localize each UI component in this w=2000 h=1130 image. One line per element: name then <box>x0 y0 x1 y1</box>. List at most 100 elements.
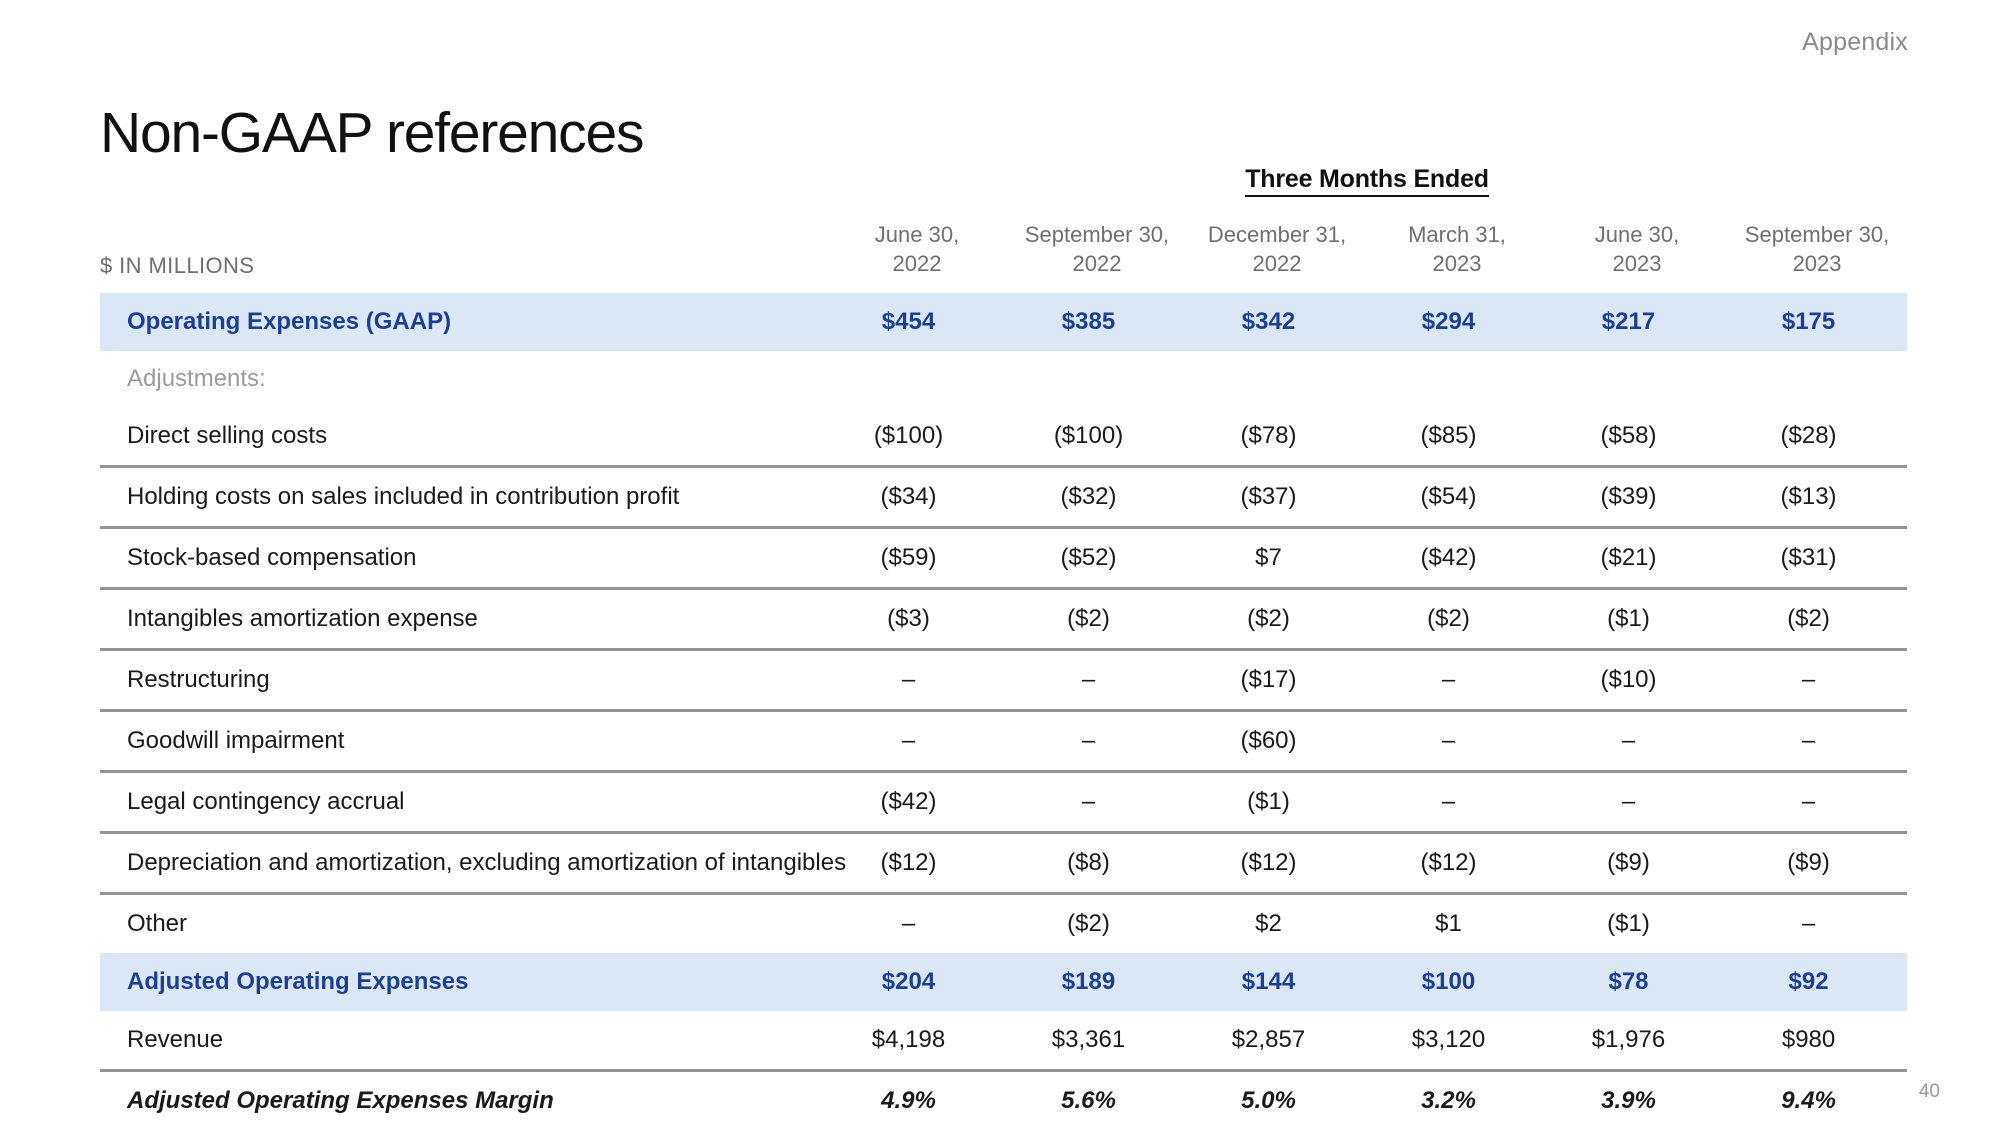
column-header-4: June 30, 2023 <box>1547 220 1727 293</box>
row-value: ($2) <box>1727 588 1908 651</box>
row-value: ($85) <box>1367 406 1547 468</box>
column-header-5: September 30, 2023 <box>1727 220 1907 293</box>
row-label: Adjusted Operating Expenses Margin <box>127 1086 554 1114</box>
row-value: – <box>1007 649 1187 712</box>
row-value: ($1) <box>1187 771 1367 834</box>
table-row: Holding costs on sales included in contr… <box>100 466 1908 529</box>
row-value: – <box>1367 649 1547 712</box>
column-header-3-year: 2023 <box>1432 251 1482 277</box>
row-value: ($21) <box>1547 527 1727 590</box>
non-gaap-reconciliation-table: Three Months Ended $ IN MILLIONS June 30… <box>100 165 1908 1130</box>
table-row: Intangibles amortization expense ($3) ($… <box>100 588 1908 651</box>
row-value: – <box>1727 710 1908 773</box>
row-value: – <box>1547 710 1727 773</box>
row-value: $144 <box>1187 952 1367 1011</box>
row-value: – <box>1727 771 1908 834</box>
row-label: Operating Expenses (GAAP) <box>100 292 827 351</box>
row-value: ($9) <box>1727 832 1908 895</box>
row-label: Stock-based compensation <box>100 527 827 590</box>
row-value: ($12) <box>1187 832 1367 895</box>
row-label: Depreciation and amortization, excluding… <box>100 832 846 895</box>
column-header-2-month: December 31, <box>1207 222 1347 247</box>
row-value: ($31) <box>1727 527 1908 590</box>
adjustments-spacer <box>1727 351 1907 407</box>
row-value: ($42) <box>827 771 1007 834</box>
span-header-spacer <box>100 165 827 220</box>
row-value: ($12) <box>1367 832 1547 895</box>
table-row: Adjusted Operating Expenses Margin 4.9% … <box>100 1070 1907 1130</box>
column-header-0: June 30, 2022 <box>827 220 1007 293</box>
row-value: $2,857 <box>1187 1010 1367 1072</box>
row-value: ($78) <box>1187 406 1367 468</box>
row-value: ($8) <box>1007 832 1187 895</box>
row-label: Direct selling costs <box>100 406 827 468</box>
column-header-2-year: 2022 <box>1252 251 1302 277</box>
row-value: ($2) <box>1007 588 1187 651</box>
row-value: – <box>1367 771 1547 834</box>
row-value: ($17) <box>1187 649 1367 712</box>
appendix-label: Appendix <box>1802 28 1908 56</box>
table-column-header-row: $ IN MILLIONS June 30, 2022 September 30… <box>100 220 1907 293</box>
row-label: Restructuring <box>100 649 827 712</box>
column-header-3: March 31, 2023 <box>1367 220 1547 293</box>
table-row: Depreciation and amortization, excluding… <box>100 832 1908 895</box>
row-value: $454 <box>827 292 1007 351</box>
adjustments-subheader-row: Adjustments: <box>100 351 1907 407</box>
row-value: ($39) <box>1547 466 1727 529</box>
row-value: $204 <box>827 952 1007 1011</box>
row-value: ($100) <box>1007 406 1187 468</box>
row-value: – <box>1727 649 1908 712</box>
row-value: ($58) <box>1547 406 1727 468</box>
row-label: Goodwill impairment <box>100 710 827 773</box>
row-value: 5.6% <box>1061 1086 1116 1114</box>
table-row: Legal contingency accrual ($42) – ($1) –… <box>100 771 1908 834</box>
row-value: ($10) <box>1547 649 1727 712</box>
row-value: ($9) <box>1547 832 1727 895</box>
row-label: Legal contingency accrual <box>100 771 827 834</box>
row-value: – <box>1367 710 1547 773</box>
row-value: ($54) <box>1367 466 1547 529</box>
row-value: ($13) <box>1727 466 1908 529</box>
page-number: 40 <box>1918 1081 1940 1102</box>
row-value: 3.2% <box>1421 1086 1476 1114</box>
table-row: Revenue $4,198 $3,361 $2,857 $3,120 $1,9… <box>100 1010 1908 1072</box>
row-value: $92 <box>1727 952 1908 1011</box>
row-value: ($2) <box>1067 909 1110 937</box>
row-value: ($2) <box>1187 588 1367 651</box>
row-value: – <box>1801 909 1816 937</box>
row-value: $342 <box>1187 292 1367 351</box>
table-row: Other – ($2) $2 $1 ($1) – <box>100 893 1907 953</box>
row-value: 3.9% <box>1601 1086 1656 1114</box>
row-label: Intangibles amortization expense <box>100 588 827 651</box>
adjustments-spacer <box>1547 351 1727 407</box>
row-value: $980 <box>1727 1010 1908 1072</box>
row-value: $7 <box>1187 527 1367 590</box>
row-value: $3,361 <box>1007 1010 1187 1072</box>
column-header-1: September 30, 2022 <box>1007 220 1187 293</box>
row-value: – <box>1547 771 1727 834</box>
row-value: ($28) <box>1727 406 1908 468</box>
table-row: Adjusted Operating Expenses $204 $189 $1… <box>100 952 1908 1011</box>
row-value: $78 <box>1547 952 1727 1011</box>
row-value: ($60) <box>1187 710 1367 773</box>
row-value: ($1) <box>1547 588 1727 651</box>
table-row: Direct selling costs ($100) ($100) ($78)… <box>100 406 1908 468</box>
row-value: 9.4% <box>1781 1086 1836 1114</box>
row-value: $4,198 <box>827 1010 1007 1072</box>
row-value: ($2) <box>1367 588 1547 651</box>
adjustments-spacer <box>1007 351 1187 407</box>
row-value: $217 <box>1547 292 1727 351</box>
column-header-1-month: September 30, <box>1024 222 1170 247</box>
row-value: ($34) <box>827 466 1007 529</box>
row-value: $3,120 <box>1367 1010 1547 1072</box>
row-value: ($12) <box>827 832 1007 895</box>
column-header-0-month: June 30, <box>874 222 960 247</box>
row-value: – <box>1007 710 1187 773</box>
adjustments-spacer <box>1367 351 1547 407</box>
units-label: $ IN MILLIONS <box>100 252 255 278</box>
adjustments-spacer <box>827 351 1007 407</box>
adjustments-label: Adjustments: <box>127 364 266 392</box>
row-value: ($100) <box>827 406 1007 468</box>
column-header-3-month: March 31, <box>1408 222 1506 247</box>
non-gaap-table-container: Three Months Ended $ IN MILLIONS June 30… <box>100 165 1908 1130</box>
